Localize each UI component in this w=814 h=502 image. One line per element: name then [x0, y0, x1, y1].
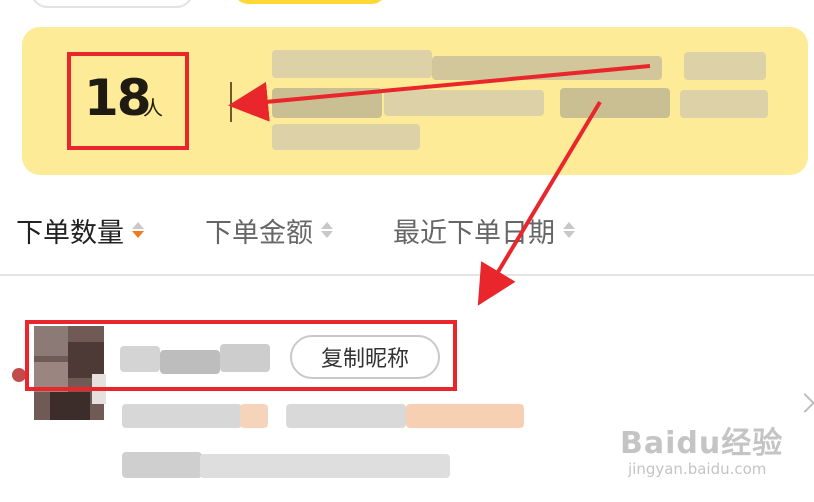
arrow-to-nickname	[477, 100, 602, 306]
arrow-to-count	[228, 64, 651, 122]
annotation-arrows	[228, 64, 651, 306]
